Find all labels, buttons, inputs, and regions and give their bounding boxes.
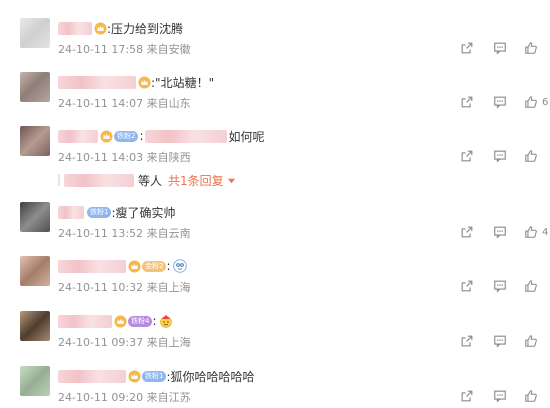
like-button[interactable]: 6: [524, 95, 550, 109]
comment-meta: 24-10-11 10:32 来自上海: [58, 281, 191, 294]
share-icon: [461, 42, 473, 54]
vip-crown-icon: [128, 369, 141, 383]
like-count: 4: [542, 226, 549, 238]
share-icon: [461, 150, 473, 162]
share-icon: [461, 335, 473, 347]
avatar[interactable]: [20, 18, 50, 48]
fan-badge: 铁粉2: [114, 130, 139, 142]
like-count: 6: [542, 96, 549, 108]
thumbs-up-icon: [525, 280, 537, 292]
reply-button[interactable]: [493, 225, 507, 239]
comment-text: :: [166, 259, 171, 273]
comment-meta: 24-10-11 14:03 来自陕西: [58, 151, 191, 164]
thumbs-up-icon: [525, 226, 537, 238]
reply-button[interactable]: [493, 334, 507, 348]
share-button[interactable]: [460, 95, 474, 109]
comment-text: :"北站糖！": [151, 75, 215, 90]
vip-crown-icon: [100, 129, 113, 143]
comment-text: :狐你哈哈哈哈哈: [166, 369, 255, 384]
avatar[interactable]: [20, 311, 50, 341]
like-button[interactable]: [524, 41, 550, 55]
mentioned-user[interactable]: [144, 129, 227, 143]
comment-icon: [494, 42, 506, 55]
sub-reply-summary: 等人 共1条回复: [58, 172, 236, 188]
comment-icon: [494, 150, 506, 163]
comment-meta: 24-10-11 14:07 来自山东: [58, 97, 191, 110]
like-button[interactable]: [524, 334, 550, 348]
reply-button[interactable]: [493, 389, 507, 403]
reply-button[interactable]: [493, 41, 507, 55]
avatar[interactable]: [20, 366, 50, 396]
comment-icon: [494, 335, 506, 348]
avatar[interactable]: [20, 202, 50, 232]
username[interactable]: [58, 314, 112, 328]
emoji-party-icon: [159, 314, 173, 328]
caret-down-icon: [227, 178, 235, 183]
comment-icon: [494, 96, 506, 109]
username[interactable]: [58, 369, 126, 383]
share-icon: [461, 280, 473, 292]
share-icon: [461, 390, 473, 402]
comment-icon: [494, 226, 506, 239]
like-button[interactable]: [524, 149, 550, 163]
thumbs-up-icon: [525, 150, 537, 162]
thumbs-up-icon: [525, 42, 537, 54]
share-button[interactable]: [460, 279, 474, 293]
comment-icon: [494, 280, 506, 293]
share-button[interactable]: [460, 225, 474, 239]
share-button[interactable]: [460, 334, 474, 348]
vip-crown-icon: [138, 75, 151, 89]
share-icon: [461, 226, 473, 238]
avatar[interactable]: [20, 256, 50, 286]
username[interactable]: [58, 259, 126, 273]
like-button[interactable]: [524, 279, 550, 293]
vip-crown-icon: [114, 314, 127, 328]
comment-icon: [494, 390, 506, 403]
avatar[interactable]: [20, 72, 50, 102]
reply-button[interactable]: [493, 149, 507, 163]
share-button[interactable]: [460, 41, 474, 55]
fan-badge: 铁粉4: [128, 315, 153, 327]
comment-meta: 24-10-11 17:58 来自安徽: [58, 43, 191, 56]
like-button[interactable]: [524, 389, 550, 403]
comment-text: 如何呢: [228, 129, 265, 144]
reply-button[interactable]: [493, 95, 507, 109]
vip-crown-icon: [94, 21, 107, 35]
divider: [58, 174, 60, 186]
like-button[interactable]: 4: [524, 225, 550, 239]
share-button[interactable]: [460, 149, 474, 163]
username[interactable]: [58, 21, 92, 35]
username[interactable]: [58, 75, 136, 89]
emoji-face-icon: [172, 259, 187, 273]
reply-button[interactable]: [493, 279, 507, 293]
view-replies-link[interactable]: 共1条回复: [168, 172, 236, 189]
comment-text: :瘦了确实帅: [111, 205, 176, 220]
vip-crown-icon: [128, 259, 141, 273]
view-replies-label: 共1条回复: [168, 173, 224, 188]
comment-meta: 24-10-11 13:52 来自云南: [58, 227, 191, 240]
comment-text: :压力给到沈腾: [107, 21, 184, 36]
fan-badge: 金粉2: [142, 260, 167, 272]
share-button[interactable]: [460, 389, 474, 403]
avatar[interactable]: [20, 126, 50, 156]
fan-badge: 铁粉1: [142, 370, 167, 382]
thumbs-up-icon: [525, 390, 537, 402]
username[interactable]: [58, 129, 98, 143]
reply-user[interactable]: [64, 173, 134, 187]
username[interactable]: [58, 205, 84, 219]
comment-meta: 24-10-11 09:20 来自江苏: [58, 391, 191, 404]
fan-badge: 铁粉1: [87, 206, 112, 218]
thumbs-up-icon: [525, 335, 537, 347]
share-icon: [461, 96, 473, 108]
thumbs-up-icon: [525, 96, 537, 108]
reply-who: 等人: [138, 173, 163, 188]
comment-meta: 24-10-11 09:37 来自上海: [58, 336, 191, 349]
comment-text: :: [152, 314, 157, 328]
